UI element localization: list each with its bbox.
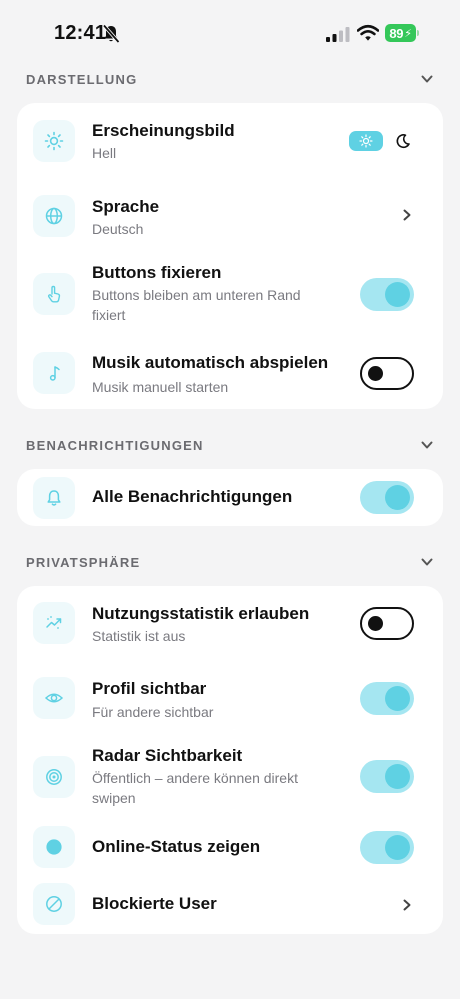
card-privatsphaere: Nutzungsstatistik erlauben Statistik ist… (17, 586, 443, 934)
row-appearance[interactable]: Erscheinungsbild Hell (17, 103, 443, 179)
bell-off-icon (102, 24, 120, 44)
section-header-darstellung[interactable]: DARSTELLUNG (26, 69, 434, 89)
radar-visibility-toggle[interactable] (360, 760, 414, 793)
row-title: Musik automatisch abspielen (92, 353, 329, 372)
row-subtitle: Statistik ist aus (92, 628, 186, 644)
online-dot-icon (33, 826, 75, 868)
chevron-down-icon[interactable] (420, 555, 434, 569)
wifi-icon (357, 24, 379, 41)
card-benachrichtigungen: Alle Benachrichtigungen (17, 469, 443, 526)
eye-icon (33, 677, 75, 719)
row-title: Sprache (92, 197, 160, 216)
row-radar-visibility[interactable]: Radar Sichtbarkeit Öffentlich – andere k… (17, 734, 443, 820)
section-title: BENACHRICHTIGUNGEN (26, 437, 204, 453)
usage-stats-toggle[interactable] (360, 607, 414, 640)
block-icon (33, 883, 75, 925)
row-title: Radar Sichtbarkeit (92, 746, 243, 765)
row-title: Online-Status zeigen (92, 837, 261, 856)
hand-pointer-icon (33, 273, 75, 315)
fix-buttons-toggle[interactable] (360, 278, 414, 311)
section-header-privatsphaere[interactable]: PRIVATSPHÄRE (26, 552, 434, 572)
online-status-toggle[interactable] (360, 831, 414, 864)
radar-icon (33, 756, 75, 798)
row-subtitle: Buttons bleiben am unteren Rand fixiert (92, 287, 301, 323)
row-profile-visible[interactable]: Profil sichtbar Für andere sichtbar (17, 660, 443, 734)
row-title: Profil sichtbar (92, 679, 207, 698)
row-subtitle: Deutsch (92, 221, 144, 237)
section-header-benachrichtigungen[interactable]: BENACHRICHTIGUNGEN (26, 435, 434, 455)
status-bar: 12:41 89 ⚡ (0, 0, 460, 66)
row-title: Buttons fixieren (92, 263, 222, 282)
status-time: 12:41 (54, 22, 107, 44)
row-title: Nutzungsstatistik erlauben (92, 604, 310, 623)
row-subtitle: Hell (92, 145, 117, 161)
battery-level: 89 (389, 25, 404, 41)
row-title: Erscheinungsbild (92, 121, 235, 140)
row-all-notifications[interactable]: Alle Benachrichtigungen (17, 469, 443, 526)
all-notifications-toggle[interactable] (360, 481, 414, 514)
globe-icon (33, 195, 75, 237)
row-subtitle: Musik manuell starten (92, 379, 229, 395)
row-autoplay-music[interactable]: Musik automatisch abspielen Musik manuel… (17, 337, 443, 409)
section-title: PRIVATSPHÄRE (26, 554, 141, 570)
row-fix-buttons[interactable]: Buttons fixieren Buttons bleiben am unte… (17, 251, 443, 337)
row-blocked-users[interactable]: Blockierte User (17, 874, 443, 934)
sun-icon (33, 120, 75, 162)
music-note-icon (33, 352, 75, 394)
bell-icon (33, 477, 75, 519)
section-title: DARSTELLUNG (26, 71, 138, 87)
row-subtitle: Für andere sichtbar (92, 704, 214, 720)
chevron-right-icon[interactable] (400, 898, 414, 912)
autoplay-music-toggle[interactable] (360, 357, 414, 390)
moon-icon (396, 134, 410, 149)
profile-visible-toggle[interactable] (360, 682, 414, 715)
cellular-signal-icon (326, 27, 350, 42)
row-title: Alle Benachrichtigungen (92, 487, 293, 506)
battery-icon: 89 ⚡ (385, 24, 419, 42)
row-language[interactable]: Sprache Deutsch (17, 179, 443, 251)
chevron-right-icon[interactable] (400, 208, 414, 222)
card-darstellung: Erscheinungsbild Hell Sprache Deutsch Bu… (17, 103, 443, 409)
row-usage-stats[interactable]: Nutzungsstatistik erlauben Statistik ist… (17, 586, 443, 660)
row-online-status[interactable]: Online-Status zeigen (17, 820, 443, 874)
sun-icon (359, 134, 373, 148)
trend-chart-icon (33, 602, 75, 644)
theme-switch[interactable] (349, 129, 413, 153)
theme-light-button[interactable] (349, 131, 383, 151)
chevron-down-icon[interactable] (420, 72, 434, 86)
chevron-down-icon[interactable] (420, 438, 434, 452)
row-title: Blockierte User (92, 894, 217, 913)
theme-dark-button[interactable] (393, 131, 413, 151)
row-subtitle: Öffentlich – andere können direkt swipen (92, 770, 298, 806)
